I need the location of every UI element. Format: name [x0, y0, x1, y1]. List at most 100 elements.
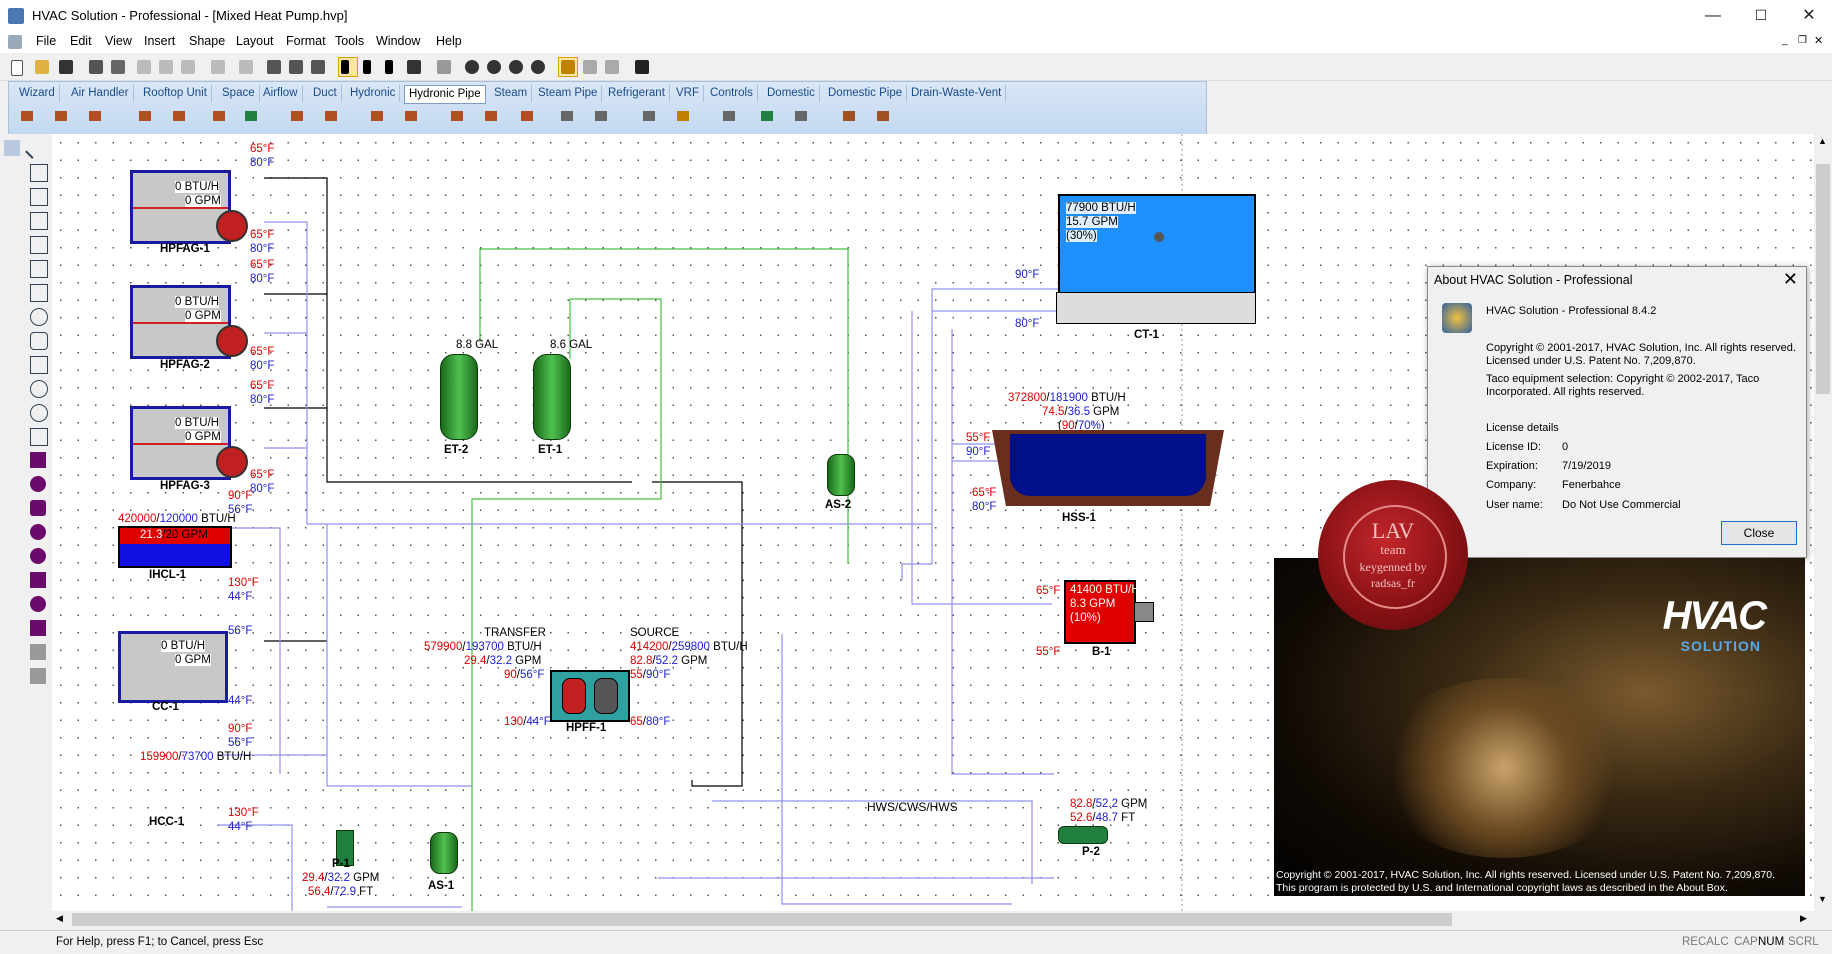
pipe-cap-icon[interactable] — [721, 106, 741, 126]
tab-duct[interactable]: Duct — [309, 85, 342, 102]
print-icon[interactable] — [86, 57, 106, 77]
flow-meter-icon[interactable] — [519, 106, 539, 126]
close-button[interactable]: ✕ — [1786, 0, 1832, 31]
thermometer-icon[interactable] — [483, 106, 503, 126]
tab-vrf[interactable]: VRF — [672, 85, 704, 102]
menu-layout[interactable]: Layout — [236, 34, 274, 48]
menu-help[interactable]: Help — [436, 34, 462, 48]
curve-tool-icon[interactable] — [30, 212, 48, 230]
calculator-icon[interactable] — [286, 57, 306, 77]
ellipse-tool-icon[interactable] — [30, 308, 48, 326]
tab-hydronic[interactable]: Hydronic — [346, 85, 401, 102]
gauge-icon[interactable] — [449, 106, 469, 126]
valve-check-icon[interactable] — [211, 106, 231, 126]
hpfag-2-unit[interactable]: 0 BTU/H 0 GPM — [130, 285, 231, 359]
square-tool-icon[interactable] — [30, 356, 48, 374]
ct-1-tower[interactable]: 77900 BTU/H 15.7 GPM (30%) — [1058, 194, 1256, 296]
valve-butterfly-icon[interactable] — [323, 106, 343, 126]
pipe-tee-icon[interactable] — [19, 106, 39, 126]
tab-wizard[interactable]: Wizard — [15, 85, 60, 102]
properties-icon[interactable] — [264, 57, 284, 77]
tab-airflow[interactable]: Airflow — [259, 85, 303, 102]
hpfag-1-unit[interactable]: 0 BTU/H 0 GPM — [130, 170, 231, 244]
maximize-button[interactable]: ☐ — [1738, 0, 1784, 31]
open-icon[interactable] — [32, 57, 52, 77]
zoom-window-icon[interactable] — [528, 57, 548, 77]
expansion-joint-icon[interactable] — [793, 106, 813, 126]
circle-tool-icon[interactable] — [30, 380, 48, 398]
zoom-out-icon[interactable] — [484, 57, 504, 77]
new-icon[interactable] — [8, 57, 28, 77]
tab-controls[interactable]: Controls — [706, 85, 758, 102]
filled-rounded-tool-icon[interactable] — [30, 500, 46, 516]
menu-file[interactable]: File — [36, 34, 56, 48]
rounded-rect-tool-icon[interactable] — [30, 332, 48, 350]
palette-arrow-icon[interactable] — [4, 140, 20, 156]
filled-ellipse-tool-icon[interactable] — [30, 524, 46, 540]
about-close-icon[interactable]: ✕ — [1783, 269, 1798, 290]
pipe-elbow-icon[interactable] — [53, 106, 73, 126]
as-1-separator[interactable] — [430, 832, 458, 874]
valve-balancing-icon[interactable] — [369, 106, 389, 126]
redo-icon[interactable] — [236, 57, 256, 77]
p-2-pump[interactable] — [1058, 826, 1108, 844]
grid-icon[interactable] — [558, 57, 578, 77]
air-vent-icon[interactable] — [559, 106, 579, 126]
tab-space[interactable]: Space — [218, 85, 260, 102]
sensor-icon[interactable] — [641, 106, 661, 126]
image-tool-icon[interactable] — [30, 644, 46, 660]
menu-insert[interactable]: Insert — [144, 34, 175, 48]
valve-ball-icon[interactable] — [289, 106, 309, 126]
filled-circle2-tool-icon[interactable] — [30, 596, 46, 612]
cc-1-unit[interactable]: 0 BTU/H 0 GPM — [118, 631, 228, 703]
minimize-button[interactable]: — — [1690, 0, 1736, 31]
menu-view[interactable]: View — [105, 34, 132, 48]
zoom-in-icon[interactable] — [462, 57, 482, 77]
hpff-1-unit[interactable] — [550, 670, 630, 722]
tab-air-handler[interactable]: Air Handler — [67, 85, 134, 102]
pipe-hanger-icon[interactable] — [841, 106, 861, 126]
strainer-icon[interactable] — [243, 106, 263, 126]
as-2-separator[interactable] — [827, 454, 855, 496]
save-icon[interactable] — [56, 57, 76, 77]
tab-hydronic-pipe[interactable]: Hydronic Pipe — [404, 85, 486, 104]
tab-steam-pipe[interactable]: Steam Pipe — [534, 85, 603, 102]
app-icon[interactable] — [8, 8, 24, 24]
mdi-close-icon[interactable]: ✕ — [1814, 34, 1823, 47]
text-tool-icon[interactable] — [30, 668, 46, 684]
valve-globe-icon[interactable] — [171, 106, 191, 126]
polygon-tool-icon[interactable] — [30, 428, 48, 446]
tab-domestic-pipe[interactable]: Domestic Pipe — [824, 85, 908, 102]
menu-edit[interactable]: Edit — [70, 34, 92, 48]
paste-icon[interactable] — [178, 57, 198, 77]
b-1-boiler[interactable]: 41400 BTU/H 8.3 GPM (10%) — [1064, 580, 1140, 644]
mdi-restore-icon[interactable]: ❐ — [1798, 35, 1807, 46]
rectangle-tool-icon[interactable] — [30, 284, 48, 302]
tab-steam[interactable]: Steam — [490, 85, 533, 102]
valve-gate-icon[interactable] — [137, 106, 157, 126]
guide-icon[interactable] — [602, 57, 622, 77]
report-icon[interactable] — [308, 57, 328, 77]
union-icon[interactable] — [759, 106, 779, 126]
scroll-left-icon[interactable]: ◀ — [56, 913, 63, 924]
tab-domestic[interactable]: Domestic — [763, 85, 820, 102]
menu-tools[interactable]: Tools — [335, 34, 364, 48]
snap-icon[interactable] — [580, 57, 600, 77]
close-button-dialog[interactable]: Close — [1721, 521, 1797, 545]
ihcl-1-unit[interactable]: 21.3/20 GPM — [118, 526, 232, 568]
menu-format[interactable]: Format — [286, 34, 326, 48]
pipe-reducer-icon[interactable] — [87, 106, 107, 126]
zoom-fit-icon[interactable] — [506, 57, 526, 77]
filled-oval-tool-icon[interactable] — [30, 548, 46, 564]
filled-polygon-tool-icon[interactable] — [30, 572, 46, 588]
oval-tool-icon[interactable] — [30, 404, 48, 422]
rotate-icon[interactable] — [382, 57, 402, 77]
valve-relief-icon[interactable] — [403, 106, 423, 126]
link-icon[interactable] — [434, 57, 454, 77]
scroll-up-icon[interactable]: ▲ — [1818, 136, 1827, 146]
pointer-icon[interactable] — [338, 57, 358, 77]
horizontal-scroll-thumb[interactable] — [72, 913, 1452, 926]
menu-shape[interactable]: Shape — [189, 34, 225, 48]
cut-icon[interactable] — [134, 57, 154, 77]
line-tool-icon[interactable] — [25, 139, 45, 159]
